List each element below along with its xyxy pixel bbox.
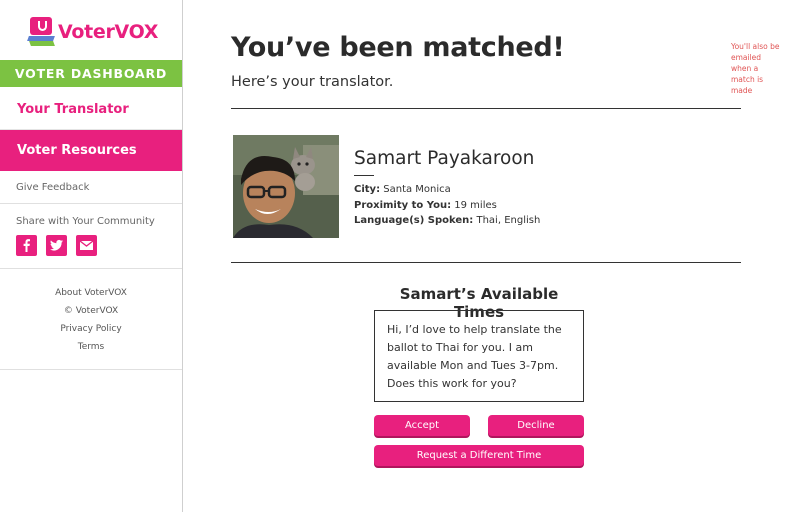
share-label: Share with Your Community bbox=[16, 216, 155, 227]
facebook-icon[interactable] bbox=[16, 235, 37, 256]
twitter-icon[interactable] bbox=[46, 235, 67, 256]
divider bbox=[231, 262, 741, 263]
page-title: You’ve been matched! bbox=[231, 32, 565, 63]
about-link[interactable]: About VoterVOX bbox=[0, 284, 182, 302]
votervox-logo-icon bbox=[27, 17, 55, 47]
decline-button[interactable]: Decline bbox=[488, 415, 584, 436]
email-note: You'll also be emailed when a match is m… bbox=[731, 42, 780, 95]
translator-city: City: Santa Monica bbox=[354, 184, 451, 195]
footer-links: About VoterVOX © VoterVOX Privacy Policy… bbox=[0, 270, 182, 370]
privacy-policy-link[interactable]: Privacy Policy bbox=[0, 320, 182, 338]
copyright-text: © VoterVOX bbox=[63, 306, 119, 316]
email-icon[interactable] bbox=[76, 235, 97, 256]
sidebar-item-voter-resources[interactable]: Voter Resources bbox=[0, 130, 182, 171]
translator-languages: Language(s) Spoken: Thai, English bbox=[354, 215, 541, 226]
name-underline bbox=[354, 175, 374, 176]
translator-proximity: Proximity to You: 19 miles bbox=[354, 200, 497, 211]
sidebar-item-your-translator[interactable]: Your Translator bbox=[0, 89, 182, 130]
translator-message: Hi, I’d love to help translate the ballo… bbox=[374, 310, 584, 402]
page-subtitle: Here’s your translator. bbox=[231, 74, 394, 90]
translator-photo bbox=[233, 135, 339, 238]
accept-button[interactable]: Accept bbox=[374, 415, 470, 436]
share-section: Share with Your Community bbox=[0, 205, 182, 269]
sidebar: VoterVOX VOTER DASHBOARD Your Translator… bbox=[0, 0, 183, 512]
request-different-time-button[interactable]: Request a Different Time bbox=[374, 445, 584, 466]
voter-dashboard-header: VOTER DASHBOARD bbox=[0, 60, 182, 87]
logo-text: VoterVOX bbox=[58, 21, 159, 43]
terms-link[interactable]: Terms bbox=[0, 338, 182, 356]
logo[interactable]: VoterVOX bbox=[27, 16, 159, 48]
divider bbox=[231, 108, 741, 109]
translator-name: Samart Payakaroon bbox=[354, 148, 535, 169]
give-feedback-link[interactable]: Give Feedback bbox=[0, 172, 182, 204]
